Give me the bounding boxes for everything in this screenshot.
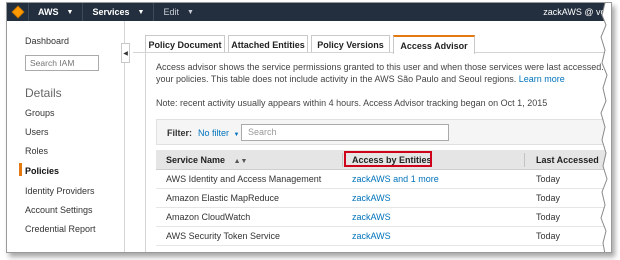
account-menu[interactable]: zackAWS @ vc [543, 3, 605, 21]
sidebar-item-users[interactable]: Users [25, 127, 49, 137]
chevron-left-icon: ◀ [123, 50, 128, 57]
sidebar-item-credential-report[interactable]: Credential Report [25, 224, 96, 234]
aws-menu[interactable]: AWS ▼ [29, 3, 84, 21]
sidebar-item-identity-providers[interactable]: Identity Providers [25, 186, 95, 196]
chevron-down-icon: ▼ [137, 8, 145, 16]
search-iam-input[interactable] [25, 55, 99, 71]
tab-policy-document-label: Policy Document [148, 39, 222, 50]
highlight-annotation [344, 151, 432, 167]
cell-entities-link[interactable]: zackAWS [352, 208, 391, 227]
column-service-name-label: Service Name [166, 155, 226, 165]
sidebar: Dashboard Details Groups Users Roles Pol… [7, 21, 125, 252]
advisor-description: Access advisor shows the service permiss… [156, 61, 612, 85]
filter-search-input[interactable]: Search [241, 124, 449, 141]
learn-more-link[interactable]: Learn more [519, 74, 565, 84]
cell-service: Amazon CloudWatch [166, 212, 251, 222]
filter-dropdown-label: No filter [198, 128, 230, 138]
main-content: Policy Document Attached Entities Policy… [133, 21, 612, 252]
filter-search-placeholder: Search [248, 127, 277, 137]
cell-last-accessed: Today [536, 231, 561, 241]
sidebar-item-policies[interactable]: Policies [25, 166, 59, 176]
cell-entities-link[interactable]: zackAWS [352, 189, 391, 208]
sidebar-item-roles[interactable]: Roles [25, 146, 48, 156]
advisor-description-line-1: Access advisor shows the service permiss… [156, 62, 612, 72]
tab-access-advisor-label: Access Advisor [400, 40, 468, 51]
tab-attached-entities[interactable]: Attached Entities [228, 35, 308, 53]
screenshot-frame: AWS ▼ Services ▼ Edit ▼ zackAWS @ vc Das… [6, 2, 612, 253]
edit-menu[interactable]: Edit ▼ [154, 3, 202, 21]
tracking-note: Note: recent activity usually appears wi… [156, 98, 548, 108]
cell-last-accessed: Today [536, 174, 561, 184]
top-nav-bar: AWS ▼ Services ▼ Edit ▼ zackAWS @ vc [7, 3, 611, 21]
advisor-description-line-2: your policies. This table does not inclu… [156, 74, 517, 84]
sort-icon: ▲▼ [233, 158, 248, 165]
access-advisor-panel: Access advisor shows the service permiss… [145, 53, 612, 252]
cell-last-accessed: Today [536, 193, 561, 203]
tab-policy-document[interactable]: Policy Document [145, 35, 225, 53]
chevron-down-icon: ▼ [66, 8, 74, 16]
cell-entities-link[interactable]: zackAWS and 1 more [352, 170, 439, 189]
tab-attached-entities-label: Attached Entities [231, 39, 305, 50]
collapse-sidebar-button[interactable]: ◀ [121, 43, 130, 63]
services-menu[interactable]: Services ▼ [83, 3, 155, 21]
column-divider [342, 153, 343, 167]
access-table: Service Name ▲▼ Access by Entities Last … [156, 150, 611, 246]
account-label: zackAWS @ vc [543, 7, 605, 17]
sidebar-item-account-settings[interactable]: Account Settings [25, 205, 93, 215]
cell-entities-link[interactable]: zackAWS [352, 227, 391, 246]
column-service-name[interactable]: Service Name ▲▼ [166, 150, 247, 170]
column-divider [524, 153, 525, 167]
torn-edge-decoration [600, 3, 611, 252]
table-row: AWS Security Token Service zackAWS Today [156, 227, 611, 246]
active-indicator [19, 163, 22, 176]
cell-service: AWS Security Token Service [166, 231, 281, 241]
aws-menu-label: AWS [38, 7, 59, 17]
table-header: Service Name ▲▼ Access by Entities Last … [156, 150, 611, 170]
cell-service: Amazon Elastic MapReduce [166, 193, 280, 203]
tab-policy-versions[interactable]: Policy Versions [311, 35, 390, 53]
edit-menu-label: Edit [163, 7, 179, 17]
table-row: Amazon CloudWatch zackAWS Today [156, 208, 611, 227]
tab-access-advisor[interactable]: Access Advisor [393, 35, 475, 54]
chevron-down-icon: ▼ [233, 132, 240, 138]
table-row: AWS Identity and Access Management zackA… [156, 170, 611, 189]
services-menu-label: Services [92, 7, 130, 17]
column-last-accessed-label: Last Accessed [536, 155, 599, 165]
aws-logo-icon[interactable] [7, 3, 29, 21]
table-row: Amazon Elastic MapReduce zackAWS Today [156, 189, 611, 208]
details-heading: Details [25, 86, 62, 100]
tab-policy-versions-label: Policy Versions [317, 39, 384, 50]
cell-last-accessed: Today [536, 212, 561, 222]
filter-label: Filter: [167, 128, 193, 138]
chevron-down-icon: ▼ [186, 8, 194, 16]
filter-bar: Filter: No filter ▼ Search [156, 119, 611, 145]
cell-service: AWS Identity and Access Management [166, 174, 322, 184]
sidebar-item-groups[interactable]: Groups [25, 108, 55, 118]
filter-dropdown[interactable]: No filter ▼ [198, 128, 239, 138]
sidebar-item-dashboard[interactable]: Dashboard [25, 36, 69, 46]
